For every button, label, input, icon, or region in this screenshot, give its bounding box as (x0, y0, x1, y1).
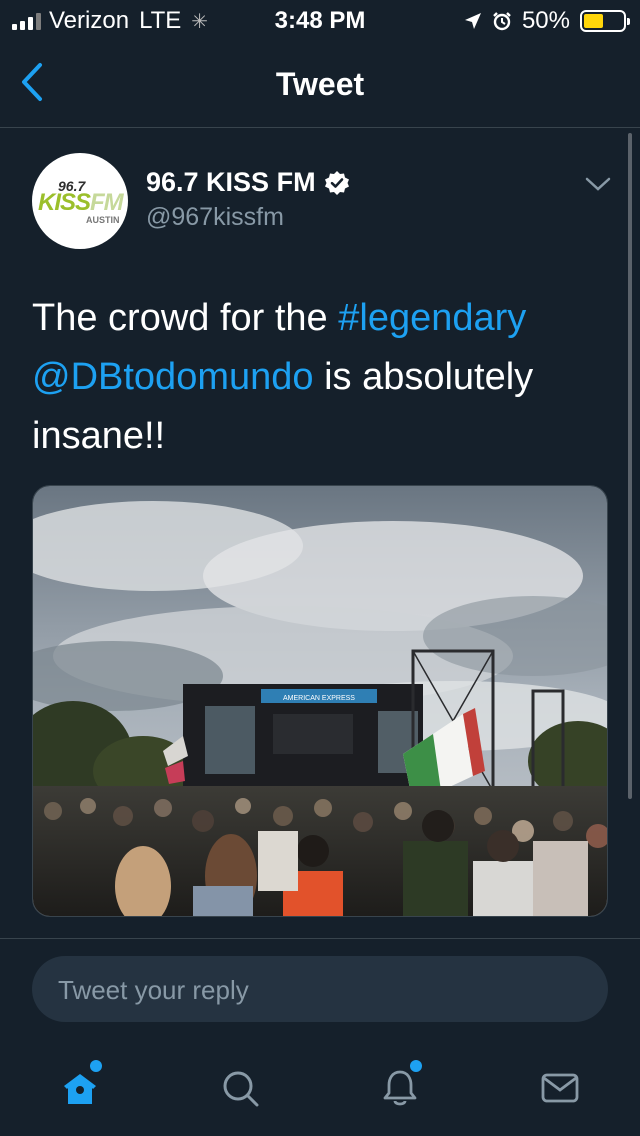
author-name: 96.7 KISS FM (146, 167, 316, 197)
tweet-text-part: The crowd for the (32, 297, 339, 339)
mention-link[interactable]: @DBtodomundo (32, 356, 314, 398)
search-icon (223, 1071, 259, 1107)
verified-badge-icon (324, 170, 349, 195)
alarm-clock-icon (493, 12, 511, 31)
chevron-down-icon (585, 177, 611, 191)
author-name-row[interactable]: 96.7 KISS FM (146, 167, 350, 198)
stage-banner-text: AMERICAN EXPRESS (283, 695, 355, 702)
battery-percent: 50% (521, 7, 570, 34)
nav-header: Tweet (0, 40, 640, 128)
tweet-text: The crowd for the #legendary @DBtodomund… (32, 289, 612, 466)
tweet-photo[interactable]: AMERICAN EXPRESS (32, 485, 608, 917)
scroll-indicator[interactable] (628, 133, 632, 799)
hashtag-link[interactable]: #legendary (338, 297, 526, 339)
page-title: Tweet (275, 66, 365, 102)
tab-messages[interactable] (530, 1058, 590, 1118)
avatar-logo-main: KISSFM (38, 189, 124, 217)
author-handle[interactable]: @967kissfm (146, 203, 284, 232)
tab-search[interactable] (210, 1058, 270, 1118)
home-icon (64, 1074, 96, 1104)
tab-home[interactable] (50, 1058, 110, 1118)
home-notification-dot (90, 1060, 102, 1072)
notifications-dot (410, 1060, 422, 1072)
status-bar: Verizon LTE ✳ 3:48 PM 50% (0, 0, 640, 40)
tab-notifications[interactable] (370, 1058, 430, 1118)
reply-input[interactable]: Tweet your reply (32, 956, 608, 1022)
location-arrow-icon (464, 13, 481, 29)
avatar-logo-fm: FM (90, 189, 124, 216)
avatar[interactable]: 96.7 KISSFM AUSTIN (32, 153, 128, 249)
avatar-logo-kiss: KISS (38, 189, 91, 216)
battery-icon (580, 10, 630, 32)
concert-crowd-photo: AMERICAN EXPRESS (33, 486, 607, 916)
tab-bar (0, 1040, 640, 1136)
battery-level (584, 14, 603, 28)
divider (0, 938, 640, 939)
avatar-logo-bottom: AUSTIN (86, 215, 120, 225)
mail-icon (541, 1073, 579, 1103)
status-right: 50% (464, 7, 630, 35)
tweet-options-button[interactable] (584, 175, 612, 195)
bell-icon (383, 1070, 417, 1106)
